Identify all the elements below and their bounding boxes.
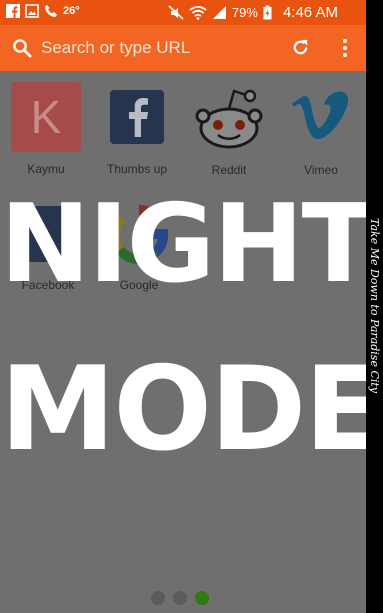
search-icon[interactable] [12, 38, 32, 58]
kaymu-letter: K [30, 91, 62, 143]
tile-label: Kaymu [27, 162, 65, 176]
speed-dial-kaymu[interactable]: K Kaymu [11, 82, 81, 176]
status-bar: 26° 79% 4:46 AM [0, 0, 366, 25]
side-caption-text: Take Me Down to Paradise City [368, 218, 381, 394]
speed-dial-reddit[interactable]: Reddit [194, 84, 264, 177]
page-indicator [151, 591, 209, 605]
temperature: 26° [63, 5, 80, 17]
tile-label: Vimeo [304, 163, 338, 177]
side-caption: Take Me Down to Paradise City [366, 0, 383, 613]
battery-percent: 79% [231, 5, 258, 20]
mute-icon [168, 5, 184, 20]
reload-icon[interactable] [291, 38, 310, 57]
overflow-menu-icon[interactable] [341, 38, 349, 58]
overlay-night-text: NIGHT [0, 182, 366, 307]
tile-label: Thumbs up [106, 162, 168, 176]
page-dot-active[interactable] [195, 591, 209, 605]
wifi-icon [189, 6, 207, 20]
facebook-icon [6, 4, 20, 18]
speed-dial-vimeo[interactable]: Vimeo [290, 90, 352, 177]
overlay-mode-text: MODE [0, 342, 366, 477]
clock: 4:46 AM [282, 4, 338, 21]
page-dot[interactable] [173, 591, 187, 605]
kaymu-logo: K [11, 82, 81, 152]
browser-screen: 26° 79% 4:46 AM Search or type URL K Kay… [0, 0, 366, 613]
tile-label: Reddit [211, 163, 247, 177]
vimeo-logo-icon [292, 91, 349, 139]
battery-icon [263, 5, 272, 20]
page-dot[interactable] [151, 591, 165, 605]
speed-dial-thumbs-up[interactable]: Thumbs up [107, 90, 167, 176]
reddit-alien-icon [195, 89, 263, 149]
browser-toolbar: Search or type URL [0, 25, 366, 71]
url-search-input[interactable]: Search or type URL [41, 38, 190, 58]
phone-icon [45, 5, 57, 17]
signal-icon [212, 6, 226, 19]
facebook-logo-icon [110, 90, 164, 144]
image-icon [25, 4, 39, 18]
